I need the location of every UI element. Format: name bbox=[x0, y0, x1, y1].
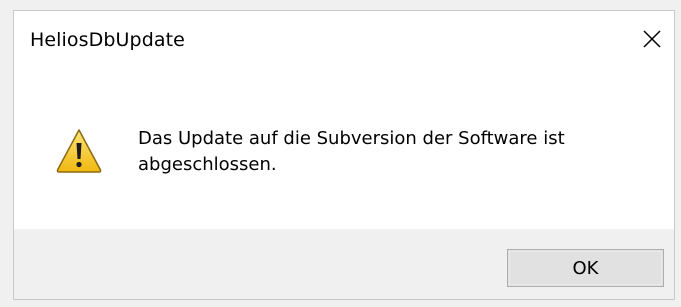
message-dialog: HeliosDbUpdate Das Update auf die Subver… bbox=[13, 10, 675, 300]
ok-button[interactable]: OK bbox=[507, 249, 664, 287]
message-text: Das Update auf die Subversion der Softwa… bbox=[138, 128, 565, 175]
title-bar[interactable]: HeliosDbUpdate bbox=[14, 11, 674, 73]
warning-icon bbox=[56, 129, 102, 173]
window-title: HeliosDbUpdate bbox=[30, 29, 185, 51]
close-icon bbox=[643, 30, 661, 48]
dialog-content: Das Update auf die Subversion der Softwa… bbox=[14, 73, 674, 229]
close-button[interactable] bbox=[632, 19, 672, 59]
button-bar: OK bbox=[14, 229, 674, 299]
